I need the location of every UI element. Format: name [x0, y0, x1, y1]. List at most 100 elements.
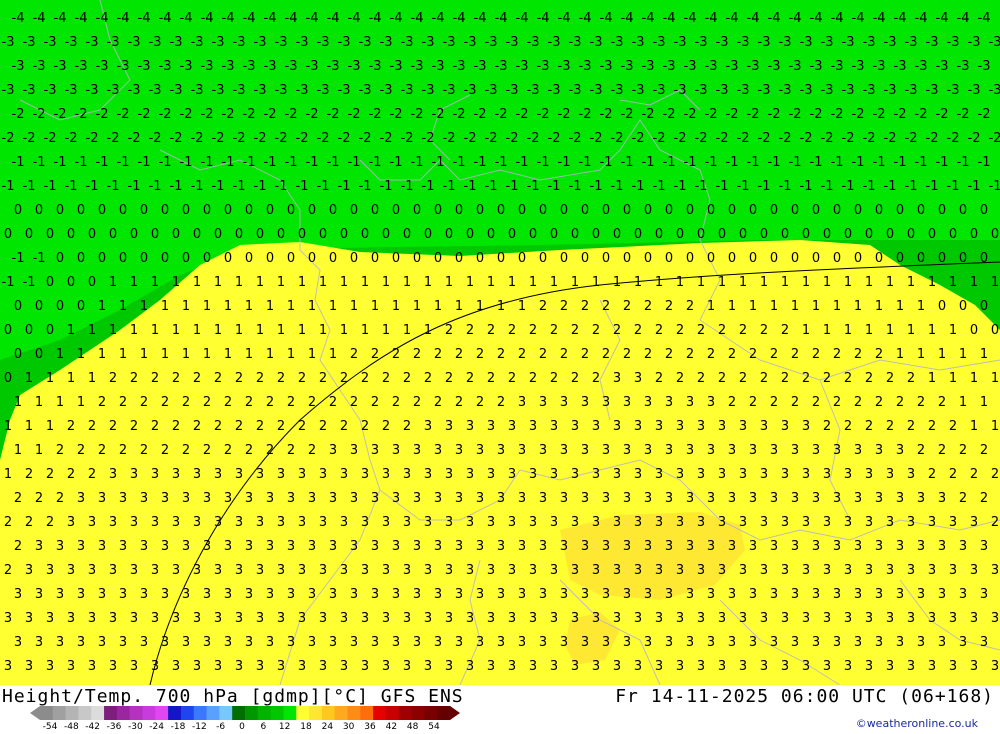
- temperature-label: 1: [529, 275, 537, 290]
- temperature-label: 2: [655, 371, 663, 386]
- temperature-label: 3: [413, 539, 421, 554]
- temperature-label: 3: [613, 659, 621, 674]
- temperature-label: 3: [812, 539, 820, 554]
- temperature-label: 1: [14, 443, 22, 458]
- legend-tick: -12: [191, 722, 207, 732]
- temperature-label: -3: [558, 59, 571, 74]
- temperature-label: 0: [602, 251, 610, 266]
- legend-swatch: [321, 706, 336, 720]
- temperature-label: 0: [728, 203, 736, 218]
- temperature-label: 3: [424, 659, 432, 674]
- temperature-label: 3: [361, 563, 369, 578]
- temperature-label: -4: [327, 11, 340, 26]
- temperature-label: 2: [287, 395, 295, 410]
- temperature-label: 3: [67, 563, 75, 578]
- temperature-label: 3: [550, 467, 558, 482]
- temperature-label: 0: [959, 251, 967, 266]
- temperature-label: 3: [466, 611, 474, 626]
- temperature-label: 2: [130, 419, 138, 434]
- temperature-label: 1: [466, 275, 474, 290]
- temperature-label: 3: [581, 539, 589, 554]
- temperature-label: -3: [915, 59, 928, 74]
- temperature-label: 1: [487, 275, 495, 290]
- temperature-label: 3: [235, 515, 243, 530]
- temperature-label: 1: [424, 323, 432, 338]
- temperature-label: -4: [369, 11, 382, 26]
- temperature-label: -1: [2, 275, 15, 290]
- temperature-label: 3: [560, 539, 568, 554]
- temperature-label: -2: [915, 107, 928, 122]
- temperature-label: 0: [224, 203, 232, 218]
- temperature-label: 1: [298, 275, 306, 290]
- temperature-label: -3: [978, 59, 991, 74]
- temperature-label: 3: [371, 635, 379, 650]
- temperature-label: 2: [361, 419, 369, 434]
- temperature-label: -1: [852, 155, 865, 170]
- temperature-label: -3: [117, 59, 130, 74]
- temperature-label: 3: [172, 659, 180, 674]
- temperature-label: 3: [644, 443, 652, 458]
- temperature-label: 0: [403, 227, 411, 242]
- temperature-label: 3: [287, 635, 295, 650]
- temperature-label: 3: [854, 443, 862, 458]
- temperature-label: -1: [12, 155, 25, 170]
- temperature-label: -3: [936, 59, 949, 74]
- temperature-label: 0: [130, 227, 138, 242]
- temperature-label: 1: [424, 275, 432, 290]
- temperature-label: -2: [65, 131, 78, 146]
- temperature-label: 3: [571, 467, 579, 482]
- temperature-label: -2: [317, 131, 330, 146]
- temperature-label: 0: [917, 251, 925, 266]
- temperature-label: 3: [350, 587, 358, 602]
- temperature-label: 2: [760, 371, 768, 386]
- temperature-label: 1: [56, 395, 64, 410]
- temperature-label: -3: [579, 59, 592, 74]
- temperature-label: -3: [401, 83, 414, 98]
- temperature-label: 2: [245, 395, 253, 410]
- temperature-label: 0: [634, 227, 642, 242]
- temperature-label: -1: [138, 155, 151, 170]
- temperature-label: 0: [245, 203, 253, 218]
- temperature-label: 2: [56, 491, 64, 506]
- temperature-label: 3: [371, 539, 379, 554]
- temperature-label: 2: [455, 395, 463, 410]
- temperature-label: 3: [518, 635, 526, 650]
- temperature-label: 2: [203, 443, 211, 458]
- temperature-label: -4: [747, 11, 760, 26]
- temperature-label: 2: [46, 515, 54, 530]
- temperature-label: 1: [571, 275, 579, 290]
- temperature-label: -2: [894, 107, 907, 122]
- temperature-label: -4: [12, 11, 25, 26]
- temperature-label: 3: [634, 659, 642, 674]
- temperature-label: 0: [14, 347, 22, 362]
- temperature-label: -3: [86, 83, 99, 98]
- temperature-label: 3: [644, 395, 652, 410]
- temperature-label: -1: [369, 155, 382, 170]
- temperature-label: 3: [550, 611, 558, 626]
- temperature-label: 1: [277, 323, 285, 338]
- temperature-label: 3: [361, 659, 369, 674]
- credit-link[interactable]: ©weatheronline.co.uk: [856, 717, 978, 730]
- temperature-label: 0: [938, 251, 946, 266]
- temperature-label: 3: [760, 515, 768, 530]
- temperature-label: -3: [674, 83, 687, 98]
- temperature-label: 2: [991, 515, 999, 530]
- temperature-label: 0: [991, 323, 999, 338]
- temperature-label: 1: [161, 347, 169, 362]
- temperature-label: -3: [590, 35, 603, 50]
- temperature-label: 2: [728, 347, 736, 362]
- temperature-label: -3: [12, 59, 25, 74]
- temperature-label: -1: [327, 155, 340, 170]
- temperature-label: 1: [319, 275, 327, 290]
- temperature-label: 0: [182, 203, 190, 218]
- temperature-label: 3: [844, 515, 852, 530]
- temperature-label: 3: [371, 587, 379, 602]
- temperature-label: 2: [791, 395, 799, 410]
- legend-arrow-left: [30, 706, 40, 720]
- temperature-label: 3: [991, 563, 999, 578]
- temperature-label: -3: [275, 35, 288, 50]
- temperature-label: -3: [474, 59, 487, 74]
- temperature-label: 3: [833, 587, 841, 602]
- temperature-label: 0: [182, 251, 190, 266]
- temperature-label: 3: [203, 587, 211, 602]
